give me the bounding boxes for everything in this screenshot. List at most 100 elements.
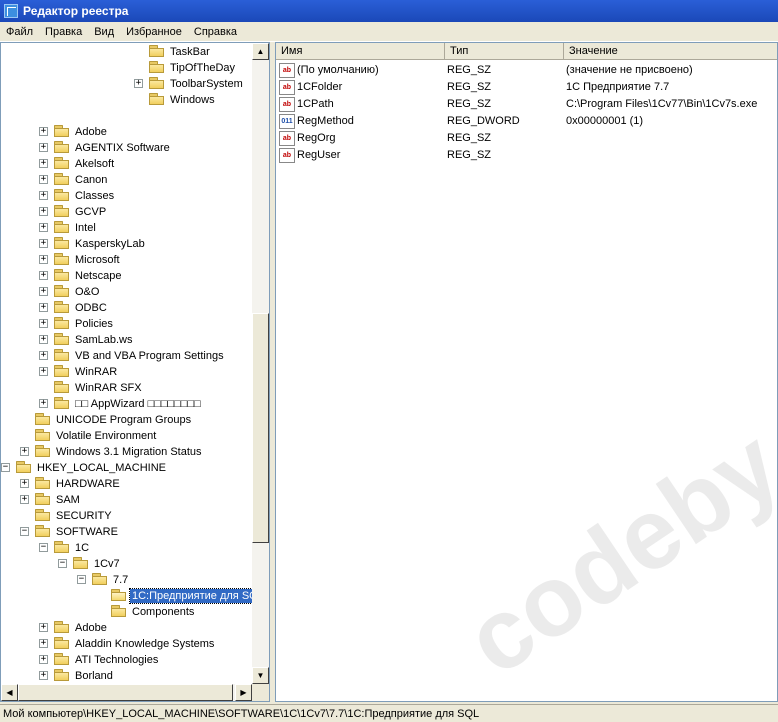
tree-node[interactable]: UNICODE Program Groups	[1, 412, 252, 428]
expand-icon[interactable]: +	[39, 175, 48, 184]
expand-icon[interactable]: +	[39, 239, 48, 248]
expand-icon[interactable]: +	[39, 303, 48, 312]
expand-icon[interactable]: +	[39, 271, 48, 280]
folder-icon	[54, 205, 70, 218]
expand-icon[interactable]: +	[39, 159, 48, 168]
list-item[interactable]: ab RegUser REG_SZ	[279, 147, 777, 164]
tree-node[interactable]: + Borland	[1, 668, 252, 684]
tree-node[interactable]: + Canon	[1, 172, 252, 188]
key-tree[interactable]: +C07ft5Y+Borland+ATI Technologies+Aladdi…	[0, 42, 270, 702]
tree-node[interactable]: + Netscape	[1, 268, 252, 284]
expand-icon[interactable]: +	[20, 495, 29, 504]
expand-icon[interactable]: +	[39, 319, 48, 328]
tree-node[interactable]: + □□ AppWizard □□□□□□□□	[1, 396, 252, 412]
menu-file[interactable]: Файл	[0, 26, 39, 38]
folder-icon	[54, 669, 70, 682]
expand-icon[interactable]: +	[39, 127, 48, 136]
scroll-down-button[interactable]: ▼	[252, 667, 269, 684]
tree-node[interactable]: + Akelsoft	[1, 156, 252, 172]
tree-node[interactable]: + Intel	[1, 220, 252, 236]
list-item[interactable]: ab RegOrg REG_SZ	[279, 130, 777, 147]
list-item[interactable]: ab 1CFolder REG_SZ 1С Предприятие 7.7	[279, 79, 777, 96]
tree-node[interactable]: + VB and VBA Program Settings	[1, 348, 252, 364]
scroll-up-button[interactable]: ▲	[252, 43, 269, 60]
tree-node[interactable]: WinRAR SFX	[1, 380, 252, 396]
expand-icon[interactable]: +	[39, 207, 48, 216]
tree-node[interactable]: − SOFTWARE	[1, 524, 252, 540]
tree-node[interactable]: + ATI Technologies	[1, 652, 252, 668]
hscroll-thumb[interactable]	[18, 684, 233, 701]
tree-node[interactable]: Components	[1, 604, 252, 620]
column-data[interactable]: Значение	[564, 43, 777, 60]
tree-node[interactable]: + Adobe	[1, 620, 252, 636]
expand-icon[interactable]: +	[39, 367, 48, 376]
tree-node[interactable]: + SamLab.ws	[1, 332, 252, 348]
expand-icon[interactable]: +	[39, 143, 48, 152]
tree-node[interactable]: TaskBar	[1, 44, 252, 60]
collapse-icon[interactable]: −	[1, 463, 10, 472]
expand-icon[interactable]: +	[39, 287, 48, 296]
tree-node[interactable]: + Classes	[1, 188, 252, 204]
tree-vertical-scrollbar[interactable]: ▲ ▼	[252, 43, 269, 684]
tree-node[interactable]: − 1C	[1, 540, 252, 556]
scroll-right-button[interactable]: ▶	[235, 684, 252, 701]
list-item[interactable]: ab (По умолчанию) REG_SZ (значение не присв…	[279, 62, 777, 79]
collapse-icon[interactable]: −	[58, 559, 67, 568]
expand-icon[interactable]: +	[39, 623, 48, 632]
tree-node[interactable]: + WinRAR	[1, 364, 252, 380]
tree-node[interactable]: + ToolbarSystem	[1, 76, 252, 92]
expand-icon[interactable]: +	[39, 351, 48, 360]
tree-node[interactable]: + Policies	[1, 316, 252, 332]
menu-favorites[interactable]: Избранное	[120, 26, 188, 38]
collapse-icon[interactable]: −	[39, 543, 48, 552]
folder-icon	[149, 93, 165, 106]
tree-node[interactable]: + AGENTIX Software	[1, 140, 252, 156]
expand-icon[interactable]: +	[20, 479, 29, 488]
folder-icon	[73, 557, 89, 570]
tree-node[interactable]: + Aladdin Knowledge Systems	[1, 636, 252, 652]
tree-node[interactable]: + Adobe	[1, 124, 252, 140]
expand-icon[interactable]: +	[39, 335, 48, 344]
tree-node[interactable]: + Microsoft	[1, 252, 252, 268]
string-value-icon: ab	[279, 148, 295, 163]
tree-node[interactable]: + KasperskyLab	[1, 236, 252, 252]
tree-node[interactable]: Volatile Environment	[1, 428, 252, 444]
expand-icon[interactable]: +	[20, 447, 29, 456]
tree-node[interactable]: SECURITY	[1, 508, 252, 524]
expand-icon[interactable]: +	[39, 255, 48, 264]
tree-node[interactable]: − 1Cv7	[1, 556, 252, 572]
tree-node[interactable]: TipOfTheDay	[1, 60, 252, 76]
expand-icon[interactable]: +	[39, 671, 48, 680]
expand-icon[interactable]: +	[39, 399, 48, 408]
expand-icon[interactable]: +	[39, 223, 48, 232]
scroll-thumb[interactable]	[252, 313, 269, 543]
column-type[interactable]: Тип	[445, 43, 564, 60]
menu-help[interactable]: Справка	[188, 26, 243, 38]
tree-node[interactable]: + ODBC	[1, 300, 252, 316]
scroll-left-button[interactable]: ◀	[1, 684, 18, 701]
collapse-icon[interactable]: −	[77, 575, 86, 584]
expand-icon[interactable]: +	[134, 79, 143, 88]
tree-node[interactable]: Windows	[1, 92, 252, 108]
list-item[interactable]: ab 1CPath REG_SZ C:\Program Files\1Cv77\Bin…	[279, 96, 777, 113]
expand-icon[interactable]: +	[39, 191, 48, 200]
expand-icon[interactable]: +	[39, 655, 48, 664]
tree-node[interactable]: + GCVP	[1, 204, 252, 220]
tree-node[interactable]: + Windows 3.1 Migration Status	[1, 444, 252, 460]
folder-icon	[149, 77, 165, 90]
collapse-icon[interactable]: −	[20, 527, 29, 536]
menu-view[interactable]: Вид	[88, 26, 120, 38]
tree-node-label: GCVP	[75, 206, 107, 218]
tree-node[interactable]: + O&O	[1, 284, 252, 300]
list-item[interactable]: 011 RegMethod REG_DWORD 0x00000001 (1)	[279, 113, 777, 130]
expand-icon[interactable]: +	[39, 639, 48, 648]
tree-node[interactable]: − HKEY_LOCAL_MACHINE	[1, 460, 252, 476]
tree-node[interactable]: − 7.7	[1, 572, 252, 588]
values-list[interactable]: Имя Тип Значение ab (По умолчанию) REG_SZ(…	[275, 42, 778, 702]
menu-edit[interactable]: Правка	[39, 26, 88, 38]
tree-horizontal-scrollbar[interactable]: ◀ ▶	[1, 684, 269, 701]
column-name[interactable]: Имя	[276, 43, 445, 60]
tree-node[interactable]: + SAM	[1, 492, 252, 508]
tree-node[interactable]: + HARDWARE	[1, 476, 252, 492]
tree-node[interactable]: 1С:Предприятие для SQL	[1, 588, 267, 604]
